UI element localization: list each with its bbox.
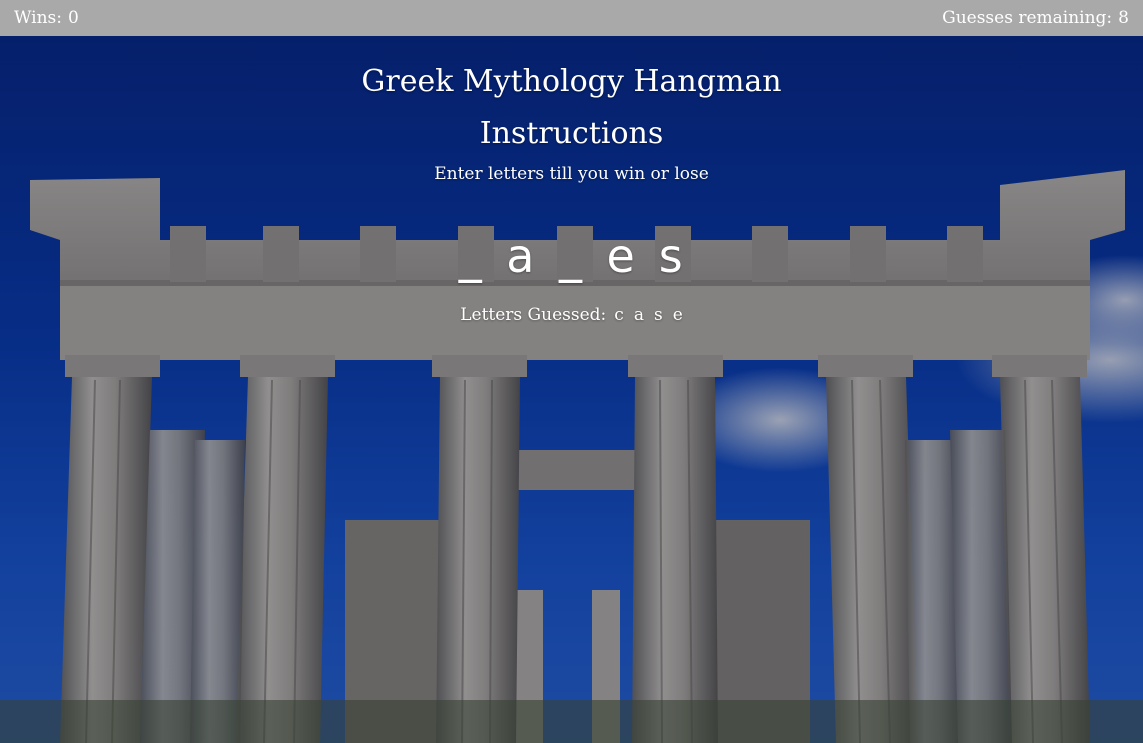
guesses-remaining-value: 8 (1118, 8, 1129, 28)
status-bar: Wins: 0 Guesses remaining: 8 (0, 0, 1143, 36)
guessed-letter: a (633, 305, 644, 325)
guessed-letter: s (653, 305, 663, 325)
word-letter: _ (558, 229, 584, 283)
guesses-remaining-label: Guesses remaining: (942, 8, 1113, 28)
letters-guessed-label: Letters Guessed: (460, 305, 607, 325)
word-letter: _ (458, 229, 484, 283)
letters-guessed: Letters Guessed: c a s e (0, 302, 1143, 328)
game-page: Wins: 0 Guesses remaining: 8 Greek Mytho… (0, 0, 1143, 743)
guessed-letter: c (614, 305, 624, 325)
guesses-remaining-counter: Guesses remaining: 8 (942, 8, 1129, 28)
instructions-heading: Instructions (479, 116, 664, 151)
wins-counter: Wins: 0 (14, 8, 79, 28)
word-display: _ a _ e s (0, 226, 1143, 286)
wins-label: Wins: (14, 8, 63, 28)
wins-value: 0 (68, 8, 79, 28)
letters-guessed-list: c a s e (614, 302, 682, 328)
word-letter: s (658, 229, 685, 283)
guessed-letter: e (672, 305, 683, 325)
word-letter: a (506, 229, 537, 283)
game-panel: Greek Mythology Hangman Instructions Ent… (0, 36, 1143, 328)
instructions-text: Enter letters till you win or lose (434, 164, 709, 184)
page-title: Greek Mythology Hangman (361, 64, 782, 99)
word-letter: e (606, 229, 637, 283)
